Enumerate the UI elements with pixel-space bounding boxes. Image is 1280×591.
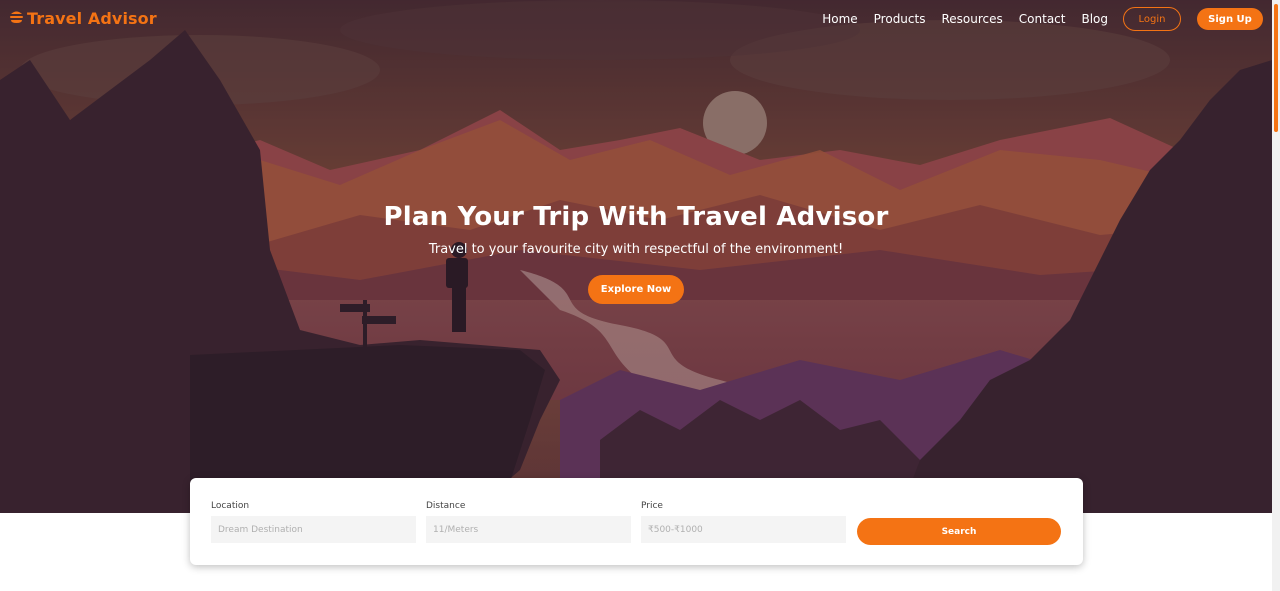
burger-stack-icon <box>9 8 24 29</box>
search-card: Location Dream Destination Distance 11/M… <box>190 478 1083 565</box>
nav-link-contact[interactable]: Contact <box>1019 11 1066 27</box>
nav-link-home[interactable]: Home <box>822 11 857 27</box>
price-label: Price <box>641 501 663 511</box>
nav-link-blog[interactable]: Blog <box>1081 11 1108 27</box>
distance-input[interactable]: 11/Meters <box>426 516 631 543</box>
search-button[interactable]: Search <box>857 518 1061 545</box>
location-label: Location <box>211 501 250 511</box>
hero-subtitle: Travel to your favourite city with respe… <box>428 242 844 257</box>
scrollbar-thumb[interactable] <box>1274 4 1278 132</box>
main-nav: Home Products Resources Contact Blog <box>822 11 1108 27</box>
explore-now-button[interactable]: Explore Now <box>588 275 684 304</box>
brand-logo[interactable]: Travel Advisor <box>9 8 157 29</box>
brand-name: Travel Advisor <box>27 9 157 28</box>
nav-link-products[interactable]: Products <box>874 11 926 27</box>
signup-button[interactable]: Sign Up <box>1197 8 1263 30</box>
distance-field-group: Distance 11/Meters <box>426 500 631 543</box>
price-field-group: Price ₹500-₹1000 <box>641 500 846 543</box>
hero-section: Travel Advisor Home Products Resources C… <box>0 0 1272 513</box>
nav-link-resources[interactable]: Resources <box>941 11 1002 27</box>
login-button[interactable]: Login <box>1123 7 1181 31</box>
location-field-group: Location Dream Destination <box>211 500 416 543</box>
price-input[interactable]: ₹500-₹1000 <box>641 516 846 543</box>
location-input[interactable]: Dream Destination <box>211 516 416 543</box>
top-navbar: Travel Advisor Home Products Resources C… <box>0 0 1272 38</box>
distance-label: Distance <box>426 501 466 511</box>
hero-title: Plan Your Trip With Travel Advisor <box>383 202 889 232</box>
